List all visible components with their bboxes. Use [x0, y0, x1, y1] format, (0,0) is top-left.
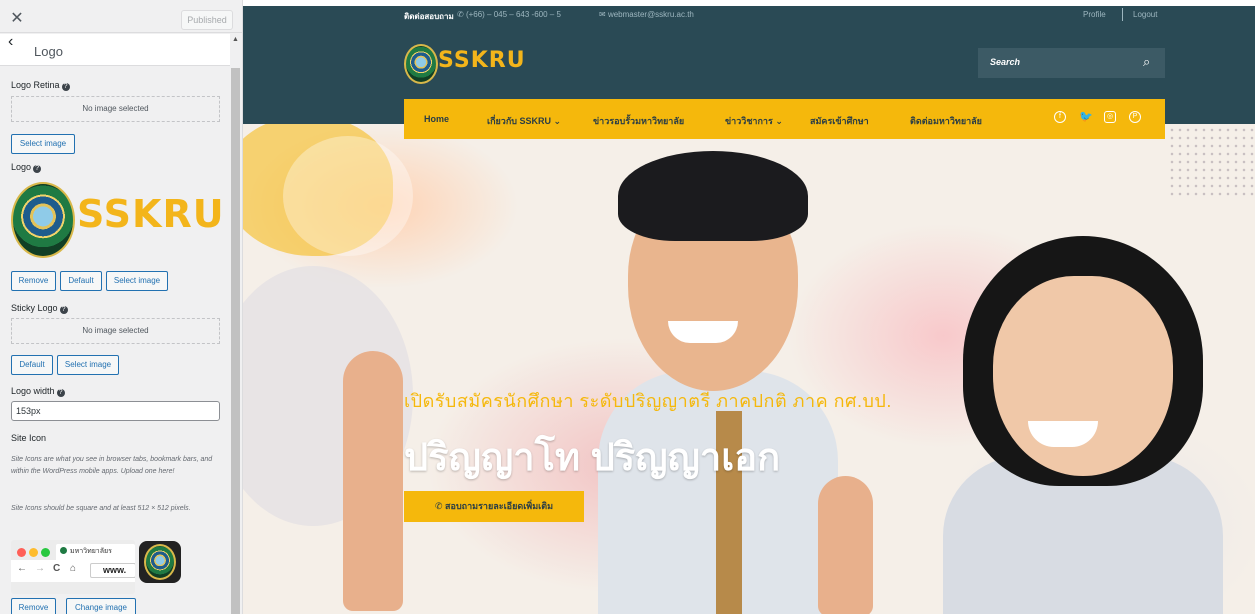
chevron-left-icon[interactable]: ‹	[8, 34, 28, 54]
decorative-blob	[283, 136, 413, 256]
twitter-icon[interactable]: 🐦	[1079, 111, 1093, 123]
logo-retina-dropzone[interactable]: No image selected	[11, 96, 220, 122]
customizer-panel: ✕ Published ‹ Logo ▲ Logo Retina? No ima…	[0, 0, 243, 614]
logo-width-input[interactable]: 153px	[11, 401, 220, 421]
phone-number[interactable]: ✆ (+66) – 045 – 643 -600 – 5	[457, 10, 561, 19]
pointing-hand-image	[343, 351, 403, 611]
logo-select-button[interactable]: Select image	[106, 271, 168, 291]
dot-pattern	[1168, 126, 1254, 196]
logo-width-label: Logo width?	[11, 386, 65, 397]
help-icon[interactable]: ?	[59, 306, 68, 314]
preview-url: www.	[90, 563, 135, 578]
inquiry-button-label: สอบถามรายละเอียดเพิ่มเติม	[445, 501, 553, 511]
window-dot-green	[41, 548, 50, 557]
section-header: ‹ Logo	[0, 34, 230, 66]
sticky-logo-dropzone[interactable]: No image selected	[11, 318, 220, 344]
phone-icon: ✆	[457, 10, 466, 19]
logo-label-text: Logo	[11, 162, 32, 172]
site-logo-text: SSKRU	[438, 48, 526, 73]
back-arrow-icon: ←	[17, 563, 27, 574]
top-bar-divider	[1122, 8, 1123, 21]
pinterest-icon[interactable]: P	[1129, 111, 1141, 123]
site-icon-size-note: Site Icons should be square and at least…	[11, 505, 191, 512]
help-icon[interactable]: ?	[56, 389, 65, 397]
contact-label: ติดต่อสอบถาม	[404, 12, 454, 21]
university-seal-image	[11, 182, 75, 258]
home-icon: ⌂	[70, 563, 77, 574]
scrollbar-thumb[interactable]	[231, 68, 240, 614]
logo-brand-text: SSKRU	[77, 192, 225, 236]
female-student-image	[933, 236, 1233, 614]
publish-button[interactable]: Published	[181, 10, 233, 30]
email-text: webmaster@sskru.ac.th	[607, 10, 694, 19]
site-icon-description: Site Icons are what you see in browser t…	[11, 456, 213, 475]
logo-remove-button[interactable]: Remove	[11, 271, 56, 291]
nav-about-label: เกี่ยวกับ SSKRU	[487, 116, 552, 126]
search-input[interactable]: Search ⌕	[978, 48, 1165, 78]
email-link[interactable]: ✉ webmaster@sskru.ac.th	[599, 10, 694, 19]
site-icon-change-button[interactable]: Change image	[66, 598, 136, 614]
hero-subtitle: เปิดรับสมัครนักศึกษา ระดับปริญญาตรี ภาคป…	[404, 391, 892, 411]
preview-tab-title: มหาวิทยาลัยร	[70, 548, 112, 555]
logo-default-button[interactable]: Default	[60, 271, 102, 291]
browser-tab-preview: มหาวิทยาลัยร ← → C ⌂ www.	[11, 540, 135, 594]
nav-academic-news[interactable]: ข่าววิชาการ ⌄	[725, 114, 783, 128]
male-student-image	[598, 151, 838, 614]
site-top-bar: ติดต่อสอบถาม ✆ (+66) – 045 – 643 -600 – …	[243, 6, 1255, 24]
nav-campus-news[interactable]: ข่าวรอบรั้วมหาวิทยาลัย	[593, 114, 684, 128]
facebook-icon[interactable]: f	[1054, 111, 1066, 123]
logo-preview-image: SSKRU	[11, 178, 225, 262]
search-placeholder: Search	[990, 57, 1021, 67]
logout-link[interactable]: Logout	[1133, 10, 1157, 19]
nav-about[interactable]: เกี่ยวกับ SSKRU ⌄	[487, 114, 561, 128]
close-icon[interactable]: ✕	[8, 10, 26, 28]
help-icon[interactable]: ?	[61, 83, 70, 91]
window-dot-yellow	[29, 548, 38, 557]
sticky-logo-label-text: Sticky Logo	[11, 303, 58, 313]
window-dot-red	[17, 548, 26, 557]
logo-retina-select-button[interactable]: Select image	[11, 134, 75, 154]
site-icon-image	[139, 541, 181, 583]
main-nav: Home เกี่ยวกับ SSKRU ⌄ ข่าวรอบรั้วมหาวิท…	[404, 99, 1165, 139]
site-preview: ติดต่อสอบถาม ✆ (+66) – 045 – 643 -600 – …	[243, 6, 1255, 614]
logo-retina-label: Logo Retina?	[11, 80, 70, 91]
hero-title: ปริญญาโท ปริญญาเอก	[404, 437, 781, 479]
mail-icon: ✉	[599, 10, 608, 19]
nav-admission[interactable]: สมัครเข้าศึกษา	[810, 114, 869, 128]
phone-text: (+66) – 045 – 643 -600 – 5	[465, 10, 561, 19]
panel-scrollbar[interactable]: ▲	[230, 34, 241, 614]
sticky-logo-default-button[interactable]: Default	[11, 355, 53, 375]
sticky-logo-select-button[interactable]: Select image	[57, 355, 119, 375]
sticky-logo-label: Sticky Logo?	[11, 303, 68, 314]
search-icon[interactable]: ⌕	[1143, 54, 1150, 70]
customizer-topbar: ✕ Published	[0, 6, 242, 33]
nav-contact[interactable]: ติดต่อมหาวิทยาลัย	[910, 114, 982, 128]
section-title: Logo	[34, 44, 63, 59]
nav-academic-label: ข่าววิชาการ	[725, 116, 773, 126]
nav-home[interactable]: Home	[424, 114, 449, 124]
site-logo-seal	[404, 44, 438, 84]
help-icon[interactable]: ?	[33, 165, 42, 173]
site-icon-seal	[144, 544, 176, 580]
chevron-down-icon: ⌄	[553, 116, 562, 126]
site-icon-remove-button[interactable]: Remove	[11, 598, 56, 614]
chevron-down-icon: ⌄	[775, 116, 783, 126]
forward-arrow-icon: →	[35, 563, 45, 574]
tab-favicon-icon	[60, 547, 67, 554]
scroll-up-icon[interactable]: ▲	[232, 36, 239, 43]
logo-label: Logo?	[11, 162, 42, 173]
pointing-hand-image	[818, 476, 873, 614]
logo-width-label-text: Logo width	[11, 386, 55, 396]
reload-icon: C	[53, 563, 61, 574]
preview-tab: มหาวิทยาลัยร	[56, 544, 135, 560]
phone-icon: ✆	[435, 501, 446, 511]
logo-retina-label-text: Logo Retina	[11, 80, 60, 90]
inquiry-button[interactable]: ✆ สอบถามรายละเอียดเพิ่มเติม	[404, 491, 584, 522]
site-icon-label: Site Icon	[11, 433, 47, 443]
site-logo[interactable]: SSKRU	[404, 44, 525, 84]
instagram-icon[interactable]: ◎	[1104, 111, 1116, 123]
profile-link[interactable]: Profile	[1083, 10, 1106, 19]
preview-navbar: ← → C ⌂ www.	[11, 560, 135, 582]
